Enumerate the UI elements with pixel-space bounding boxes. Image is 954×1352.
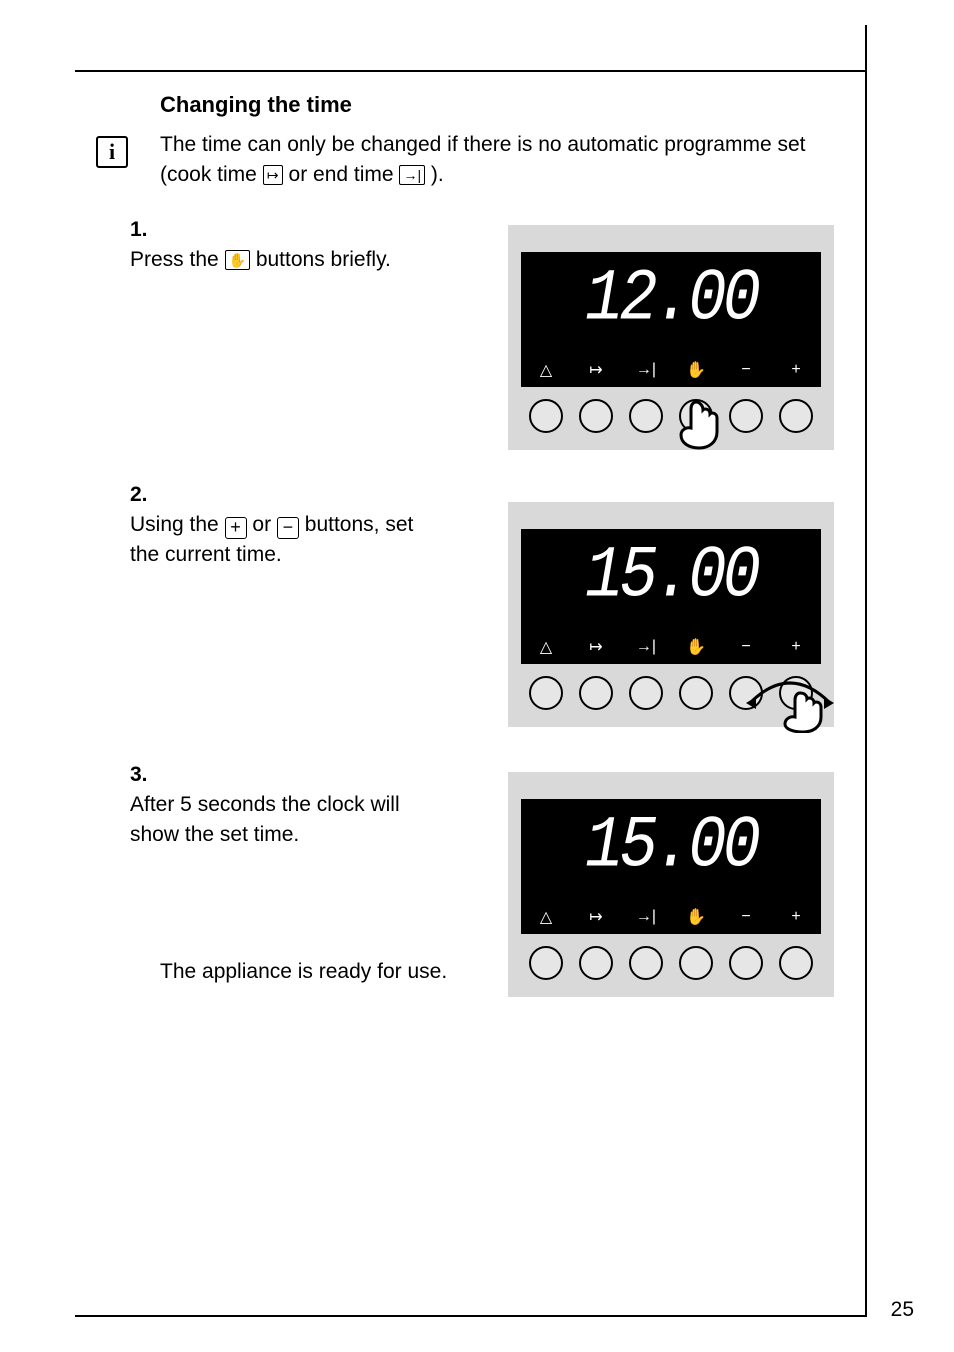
sym-minus-icon: − — [726, 908, 766, 926]
display-panel-1: 12.00 △ ↦ →| ✋ − + — [508, 225, 834, 450]
intro-text: The time can only be changed if there is… — [160, 130, 840, 190]
step-2: 2. Using the + or − buttons, set the cur… — [130, 480, 475, 570]
time-readout-3: 15.00 — [521, 799, 821, 889]
sym-plus-icon: + — [776, 361, 816, 379]
step-1-pre: Press the — [130, 248, 225, 271]
panel3-button-1[interactable] — [529, 946, 563, 980]
panel2-button-1[interactable] — [529, 676, 563, 710]
clock-button-icon: ✋ — [225, 250, 250, 270]
step-3-num: 3. — [130, 760, 160, 790]
sym-hand-icon: ✋ — [676, 637, 716, 657]
panel2-button-2[interactable] — [579, 676, 613, 710]
sym-plus-icon: + — [776, 908, 816, 926]
step-1: 1. Press the ✋ buttons briefly. — [130, 215, 475, 275]
end-time-icon: →| — [399, 165, 425, 185]
section-heading: Changing the time — [160, 92, 352, 118]
sym-bell-icon: △ — [526, 360, 566, 380]
sym-cooktime-icon: ↦ — [576, 637, 616, 657]
cook-time-icon: ↦ — [263, 165, 283, 185]
sym-cooktime-icon: ↦ — [576, 907, 616, 927]
panel1-button-2[interactable] — [579, 399, 613, 433]
panel3-button-6[interactable] — [779, 946, 813, 980]
sym-minus-icon: − — [726, 361, 766, 379]
panel1-button-6[interactable] — [779, 399, 813, 433]
top-rule — [75, 70, 865, 72]
intro-line2-mid: or end time — [289, 163, 400, 186]
sym-minus-icon: − — [726, 638, 766, 656]
sym-hand-icon: ✋ — [676, 360, 716, 380]
symbol-row-3: △ ↦ →| ✋ − + — [521, 900, 821, 934]
panel3-button-2[interactable] — [579, 946, 613, 980]
panel1-button-4[interactable] — [679, 399, 713, 433]
step-2-num: 2. — [130, 480, 160, 510]
sym-cooktime-icon: ↦ — [576, 360, 616, 380]
sym-hand-icon: ✋ — [676, 907, 716, 927]
panel1-button-3[interactable] — [629, 399, 663, 433]
display-panel-2: 15.00 △ ↦ →| ✋ − + — [508, 502, 834, 727]
button-row-2 — [521, 670, 821, 716]
panel3-button-5[interactable] — [729, 946, 763, 980]
panel2-button-3[interactable] — [629, 676, 663, 710]
time-readout-2: 15.00 — [521, 529, 821, 619]
step-1-num: 1. — [130, 215, 160, 245]
page-number: 25 — [891, 1298, 914, 1322]
panel3-button-3[interactable] — [629, 946, 663, 980]
panel1-button-5[interactable] — [729, 399, 763, 433]
minus-icon: − — [277, 517, 299, 539]
button-row-3 — [521, 940, 821, 986]
symbol-row-1: △ ↦ →| ✋ − + — [521, 353, 821, 387]
panel2-button-6[interactable] — [779, 676, 813, 710]
sym-bell-icon: △ — [526, 637, 566, 657]
plus-icon: + — [225, 517, 247, 539]
step-2-pre: Using the — [130, 513, 225, 536]
intro-line1: The time can only be changed if there is… — [160, 133, 806, 156]
panel3-button-4[interactable] — [679, 946, 713, 980]
sym-plus-icon: + — [776, 638, 816, 656]
step-3-text: After 5 seconds the clock will show the … — [130, 790, 440, 850]
button-row-1 — [521, 393, 821, 439]
final-text: The appliance is ready for use. — [160, 960, 447, 984]
info-icon: i — [96, 136, 128, 168]
sym-endtime-icon: →| — [626, 361, 666, 379]
sym-endtime-icon: →| — [626, 908, 666, 926]
time-readout-1: 12.00 — [521, 252, 821, 342]
intro-line2-post: ). — [431, 163, 444, 186]
step-1-post: buttons briefly. — [256, 248, 391, 271]
panel1-button-1[interactable] — [529, 399, 563, 433]
intro-line2-pre: (cook time — [160, 163, 263, 186]
display-panel-3: 15.00 △ ↦ →| ✋ − + — [508, 772, 834, 997]
panel2-button-4[interactable] — [679, 676, 713, 710]
sym-bell-icon: △ — [526, 907, 566, 927]
panel2-button-5[interactable] — [729, 676, 763, 710]
step-3: 3. After 5 seconds the clock will show t… — [130, 760, 475, 850]
step-2-mid: or — [252, 513, 277, 536]
symbol-row-2: △ ↦ →| ✋ − + — [521, 630, 821, 664]
sym-endtime-icon: →| — [626, 638, 666, 656]
